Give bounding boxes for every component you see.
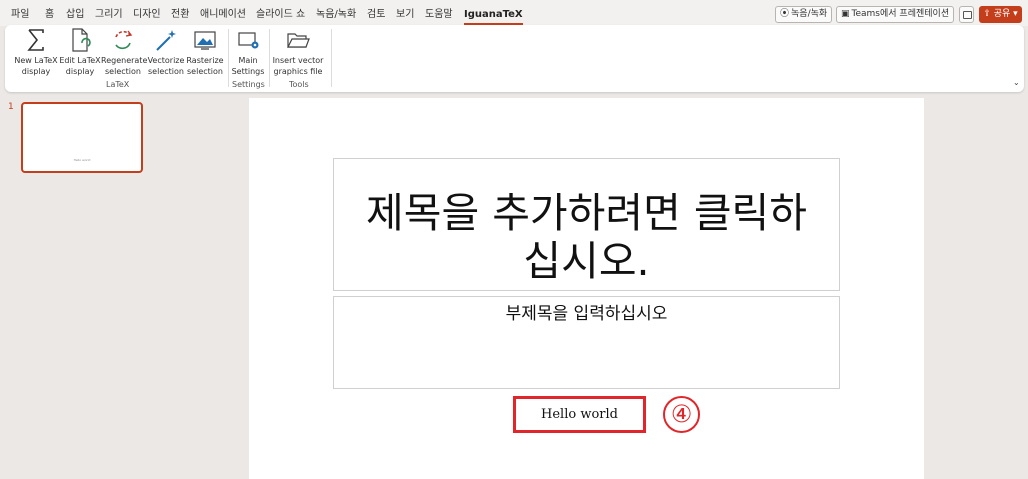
slide-number: 1 <box>8 102 14 112</box>
ribbon-separator <box>269 29 270 87</box>
share-button-label: 공유 <box>993 9 1011 19</box>
magic-wand-icon <box>156 30 176 51</box>
title-line-1: 제목을 추가하려면 클릭하 <box>366 189 807 237</box>
tab-home[interactable]: 홈 <box>45 9 54 21</box>
title-line-2: 십시오. <box>523 237 650 285</box>
new-latex-display-button[interactable]: New LaTeX display <box>13 27 59 77</box>
vectorize-label-1: Vectorize <box>147 56 185 65</box>
title-placeholder-text: 제목을 추가하려면 클릭하 십시오. <box>334 189 839 285</box>
vectorize-selection-button[interactable]: Vectorize selection <box>145 27 187 77</box>
teams-icon: ▣ <box>841 9 850 19</box>
sigma-icon <box>27 29 44 51</box>
new-latex-label-2: display <box>21 67 51 76</box>
main-settings-button[interactable]: Main Settings <box>231 27 265 77</box>
hello-world-text: Hello world <box>541 407 618 422</box>
vectorize-label-2: selection <box>148 67 184 76</box>
thumbnail-text: Hello world <box>73 158 91 162</box>
rasterize-selection-button[interactable]: Rasterize selection <box>185 27 225 77</box>
subtitle-placeholder[interactable]: 부제목을 입력하십시오 <box>333 296 840 389</box>
ribbon: New LaTeX display Edit LaTeX display Reg… <box>5 25 1024 92</box>
regenerate-selection-button[interactable]: Regenerate selection <box>101 27 148 77</box>
new-latex-label-1: New LaTeX <box>14 56 58 65</box>
tab-animations[interactable]: 애니메이션 <box>200 9 246 21</box>
tab-view[interactable]: 보기 <box>396 9 414 21</box>
record-button[interactable]: ⦿ 녹음/녹화 <box>775 6 833 23</box>
settings-group-label: Settings <box>232 80 265 89</box>
tab-review[interactable]: 검토 <box>367 9 385 21</box>
share-icon: ⇪ <box>983 9 991 19</box>
regenerate-label-2: selection <box>105 67 141 76</box>
main-settings-label-1: Main <box>238 56 258 65</box>
tab-slideshow[interactable]: 슬라이드 쇼 <box>256 9 305 21</box>
slide-canvas[interactable]: 제목을 추가하려면 클릭하 십시오. 부제목을 입력하십시오 Hello wor… <box>249 98 924 479</box>
subtitle-placeholder-text: 부제목을 입력하십시오 <box>505 304 668 324</box>
rasterize-label-2: selection <box>187 67 223 76</box>
latex-group-label: LaTeX <box>106 80 130 89</box>
folder-open-icon <box>287 33 310 48</box>
tab-iguanatex[interactable]: IguanaTeX <box>464 9 523 25</box>
tab-transitions[interactable]: 전환 <box>171 9 189 21</box>
teams-button-label: Teams에서 프레젠테이션 <box>851 9 950 19</box>
ribbon-separator <box>228 29 229 87</box>
tab-recording[interactable]: 녹음/녹화 <box>316 9 356 21</box>
edit-latex-display-button[interactable]: Edit LaTeX display <box>58 27 102 77</box>
insert-vector-label-1: Insert vector <box>272 56 324 65</box>
ribbon-separator <box>331 29 332 87</box>
slide-thumbnail[interactable]: Hello world <box>21 102 143 173</box>
tab-insert[interactable]: 삽입 <box>66 9 84 21</box>
edit-latex-label-1: Edit LaTeX <box>59 56 101 65</box>
tools-group-label: Tools <box>289 80 309 89</box>
thumbnail-canvas: Hello world <box>24 105 140 170</box>
chevron-down-icon[interactable]: ⌄ <box>1013 78 1020 87</box>
edit-latex-label-2: display <box>65 67 95 76</box>
circled-number-annotation: ④ <box>663 396 700 433</box>
tab-file[interactable]: 파일 <box>11 9 29 21</box>
insert-vector-graphics-button[interactable]: Insert vector graphics file <box>272 27 324 77</box>
comments-button[interactable] <box>959 6 974 23</box>
rasterize-label-1: Rasterize <box>186 56 224 65</box>
edit-document-icon <box>72 28 91 52</box>
record-button-label: 녹음/녹화 <box>791 9 828 19</box>
teams-present-button[interactable]: ▣ Teams에서 프레젠테이션 <box>836 6 955 23</box>
share-button[interactable]: ⇪ 공유 ▾ <box>979 6 1022 23</box>
tab-design[interactable]: 디자인 <box>133 9 161 21</box>
regenerate-label-1: Regenerate <box>101 56 148 65</box>
latex-text-box[interactable]: Hello world <box>513 396 646 433</box>
tab-help[interactable]: 도움말 <box>425 9 453 21</box>
menu-bar: 파일 홈 삽입 그리기 디자인 전환 애니메이션 슬라이드 쇼 녹음/녹화 검토… <box>0 0 1028 26</box>
regenerate-icon <box>115 30 133 50</box>
tab-draw[interactable]: 그리기 <box>95 9 123 21</box>
record-icon: ⦿ <box>780 9 790 19</box>
image-icon <box>194 31 216 50</box>
main-settings-label-2: Settings <box>231 67 265 76</box>
title-placeholder[interactable]: 제목을 추가하려면 클릭하 십시오. <box>333 158 840 291</box>
insert-vector-label-2: graphics file <box>273 67 323 76</box>
settings-icon <box>238 32 259 49</box>
